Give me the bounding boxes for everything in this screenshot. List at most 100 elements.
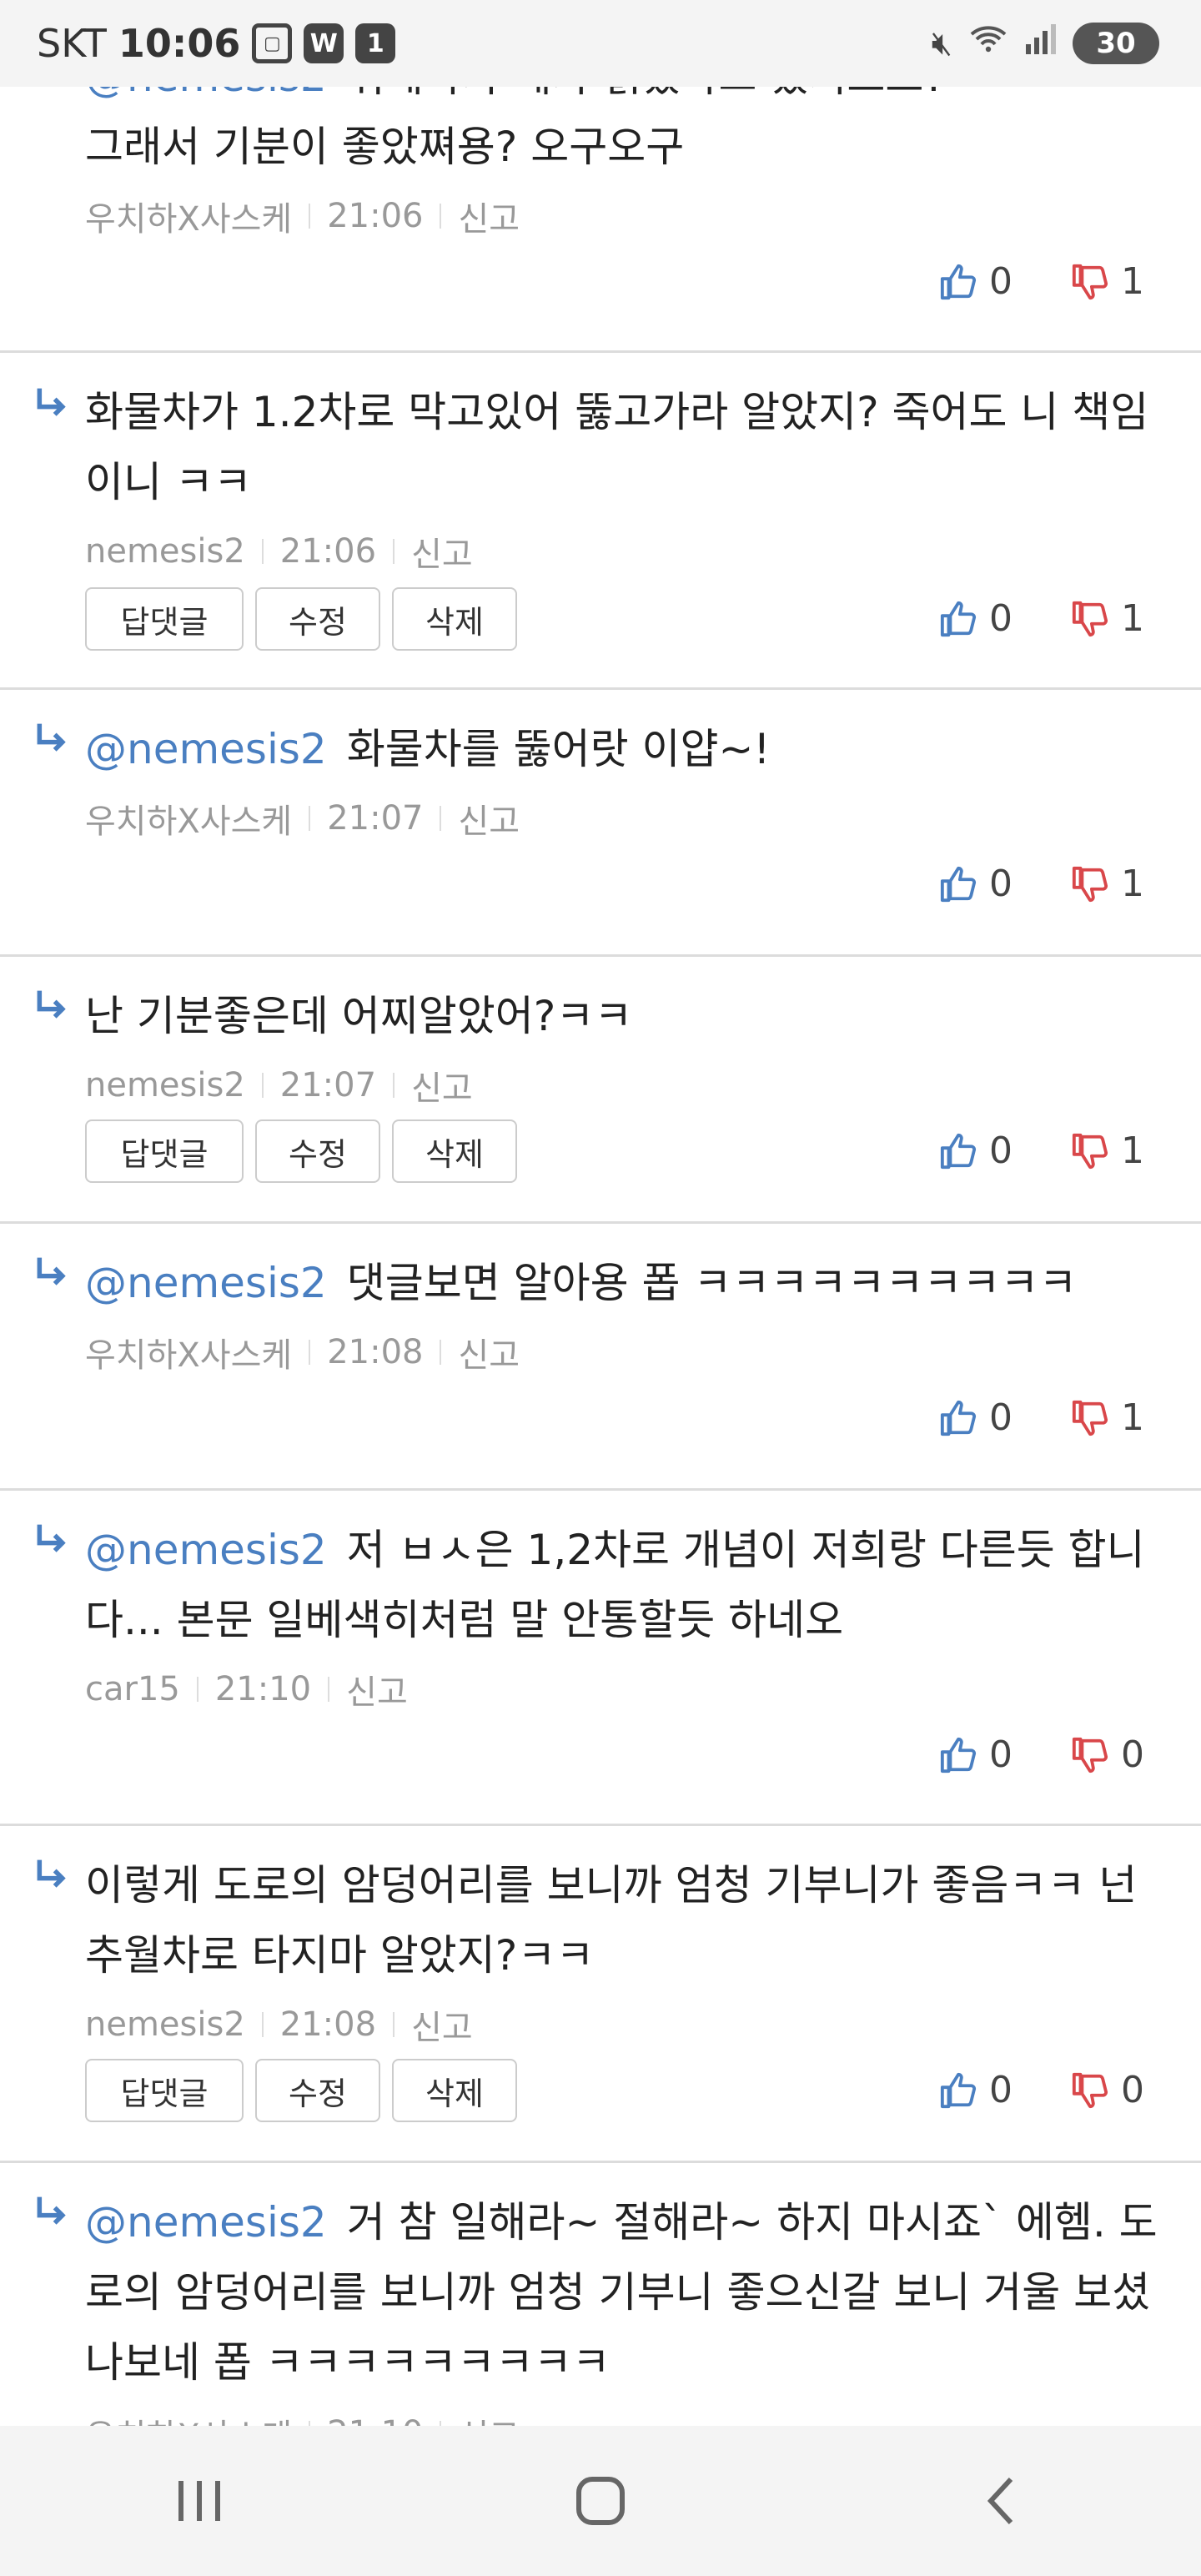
comment-mention[interactable]: @nemesis2 [85,1259,327,1307]
comment-mention[interactable]: @nemesis2 [85,1526,327,1574]
screenshot-icon: ▢ [252,23,293,63]
like-button[interactable]: 0 [939,597,1013,640]
delete-button[interactable]: 삭제 [392,2059,517,2122]
comment-meta: 우치하X사스케 21:07 신고 [85,794,520,843]
divider [393,2012,395,2037]
dislike-button[interactable]: 1 [1071,597,1144,640]
thumbs-up-icon [940,1133,977,1169]
like-button[interactable]: 0 [939,260,1013,303]
dislike-button[interactable]: 1 [1071,1396,1144,1439]
comment-text: @nemesis2 댓글보면 알아용 폽 ㅋㅋㅋㅋㅋㅋㅋㅋㅋㅋ [85,1248,1161,1318]
thumbs-down-icon [1072,1737,1108,1773]
comment-author[interactable]: 우치하X사스케 [85,1328,292,1376]
like-button[interactable]: 0 [939,863,1013,905]
report-link[interactable]: 신고 [411,1061,473,1109]
reply-arrow-icon [37,1859,66,1888]
back-button[interactable] [951,2451,1051,2551]
thumbs-up-icon [940,2072,977,2108]
delete-button[interactable]: 삭제 [392,587,517,651]
dislike-count: 1 [1121,1130,1144,1172]
comment-meta: 우치하X사스케 21:10 신고 [85,2409,520,2426]
back-icon [987,2477,1013,2525]
comment-text: @nemesis2 거 참 일해라~ 절해라~ 하지 마시죠` 에헴. 도로의 암… [85,2187,1161,2397]
like-count: 0 [989,863,1013,905]
comment-mention[interactable]: @nemesis2 [85,725,327,773]
comment-meta: nemesis2 21:06 신고 [85,527,473,576]
like-count: 0 [989,1396,1013,1439]
comment-author[interactable]: 우치하X사스케 [85,2409,292,2426]
dislike-button[interactable]: 0 [1071,1733,1144,1776]
report-link[interactable]: 신고 [346,1665,408,1713]
mute-icon: 🔇︎ [931,24,952,63]
comment-mention[interactable]: @nemesis2 [85,2198,327,2246]
thumbs-up-icon [940,866,977,902]
comment-feed[interactable]: @nemesis2위에다가 제가 읽었다고 있지죠요? 그래서 기분이 좋았쪄용… [0,0,1201,2426]
comment-actions: 답댓글 수정 삭제 [85,2059,529,2122]
comment-author[interactable]: nemesis2 [85,1066,245,1104]
comment-time: 21:10 [214,1670,312,1708]
vote-group: 0 1 [939,863,1144,905]
report-link[interactable]: 신고 [458,794,520,843]
report-link[interactable]: 신고 [458,1328,520,1376]
like-count: 0 [989,597,1013,640]
comment-author[interactable]: car15 [85,1670,180,1708]
vote-group: 0 0 [939,2069,1144,2111]
edit-button[interactable]: 수정 [255,2059,380,2122]
reply-arrow-icon [37,1257,66,1285]
dislike-button[interactable]: 1 [1071,863,1144,905]
report-link[interactable]: 신고 [411,527,473,576]
comment-time: 21:10 [327,2414,423,2426]
reply-button[interactable]: 답댓글 [85,1119,244,1183]
comment-author[interactable]: 우치하X사스케 [85,192,292,240]
dislike-button[interactable]: 1 [1071,1130,1144,1172]
edit-button[interactable]: 수정 [255,587,380,651]
comment-text: 난 기분좋은데 어찌알았어?ㅋㅋ [85,992,633,1040]
reply-arrow-icon [37,2196,66,2225]
comment-actions: 답댓글 수정 삭제 [85,587,529,651]
signal-icon [1024,24,1058,63]
like-button[interactable]: 0 [939,1396,1013,1439]
vote-group: 0 1 [939,1130,1144,1172]
report-link[interactable]: 신고 [458,2409,520,2426]
vote-group: 0 1 [939,260,1144,303]
divider [261,1073,264,1098]
edit-button[interactable]: 수정 [255,1119,380,1183]
reply-button[interactable]: 답댓글 [85,2059,244,2122]
comment-text: 화물차가 1.2차로 막고있어 뚫고가라 알았지? 죽어도 니 책임이니 ㅋㅋ [85,388,1149,506]
wifi-icon [967,23,1009,64]
delete-button[interactable]: 삭제 [392,1119,517,1183]
reply-button[interactable]: 답댓글 [85,587,244,651]
thumbs-up-icon [940,601,977,636]
report-link[interactable]: 신고 [411,2000,473,2049]
like-button[interactable]: 0 [939,2069,1013,2111]
report-link[interactable]: 신고 [458,192,520,240]
comment-item: @nemesis2 저 ㅂㅅ은 1,2차로 개념이 저희랑 다른듯 합니다... … [0,1490,1201,1826]
divider [440,1340,442,1365]
dislike-count: 1 [1121,1396,1144,1439]
comment-body: 화물차를 뚫어랏 이얍~! [346,725,771,773]
thumbs-down-icon [1072,264,1108,299]
thumbs-down-icon [1072,1400,1108,1436]
comment-time: 21:06 [327,197,424,235]
reply-arrow-icon [37,388,66,416]
thumbs-down-icon [1072,1133,1108,1169]
comment-text-line: 그래서 기분이 좋았쪄용? 오구오구 [85,123,685,171]
recent-apps-button[interactable] [150,2451,250,2551]
carrier-label: SKT [37,21,107,66]
dislike-button[interactable]: 0 [1071,2069,1144,2111]
home-button[interactable] [550,2451,651,2551]
dislike-button[interactable]: 1 [1071,260,1144,303]
comment-author[interactable]: nemesis2 [85,2005,245,2044]
comment-actions: 답댓글 수정 삭제 [85,1119,529,1183]
divider [309,806,311,831]
comment-author[interactable]: nemesis2 [85,532,245,571]
divider [196,1677,198,1702]
comment-body: 댓글보면 알아용 폽 ㅋㅋㅋㅋㅋㅋㅋㅋㅋㅋ [346,1259,1078,1307]
divider [328,1677,330,1702]
like-button[interactable]: 0 [939,1733,1013,1776]
comment-item: @nemesis2 댓글보면 알아용 폽 ㅋㅋㅋㅋㅋㅋㅋㅋㅋㅋ 우치하X사스케 2… [0,1223,1201,1491]
comment-author[interactable]: 우치하X사스케 [85,794,292,843]
comment-item: @nemesis2 화물차를 뚫어랏 이얍~! 우치하X사스케 21:07 신고 … [0,689,1201,957]
divider [393,1073,395,1098]
like-button[interactable]: 0 [939,1130,1013,1172]
